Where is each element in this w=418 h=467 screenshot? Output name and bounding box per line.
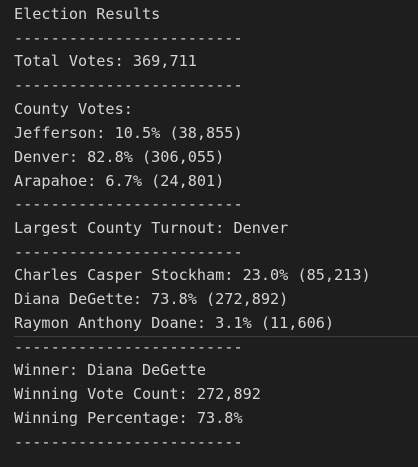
divider-line: -------------------------	[14, 243, 243, 261]
divider-line: -------------------------	[14, 195, 243, 213]
winning-vote-count-line: Winning Vote Count: 272,892	[14, 385, 261, 403]
largest-county-line: Largest County Turnout: Denver	[14, 219, 289, 237]
output-title: Election Results	[14, 5, 161, 23]
divider-line: -------------------------	[14, 29, 243, 47]
county-denver-line: Denver: 82.8% (306,055)	[14, 148, 225, 166]
candidate-doane-line: Raymon Anthony Doane: 3.1% (11,606)	[14, 314, 335, 332]
county-jefferson-line: Jefferson: 10.5% (38,855)	[14, 124, 243, 142]
divider-line: -------------------------	[14, 338, 243, 356]
county-arapahoe-line: Arapahoe: 6.7% (24,801)	[14, 172, 225, 190]
candidate-stockham-line: Charles Casper Stockham: 23.0% (85,213)	[14, 266, 371, 284]
winner-line: Winner: Diana DeGette	[14, 361, 207, 379]
county-votes-heading: County Votes:	[14, 100, 133, 118]
winning-percentage-line: Winning Percentage: 73.8%	[14, 409, 243, 427]
total-votes-line: Total Votes: 369,711	[14, 52, 197, 70]
terminal-output: Election Results -----------------------…	[0, 0, 418, 467]
candidate-degette-line: Diana DeGette: 73.8% (272,892)	[14, 290, 289, 308]
divider-line: -------------------------	[14, 76, 243, 94]
divider-line: -------------------------	[14, 433, 243, 451]
